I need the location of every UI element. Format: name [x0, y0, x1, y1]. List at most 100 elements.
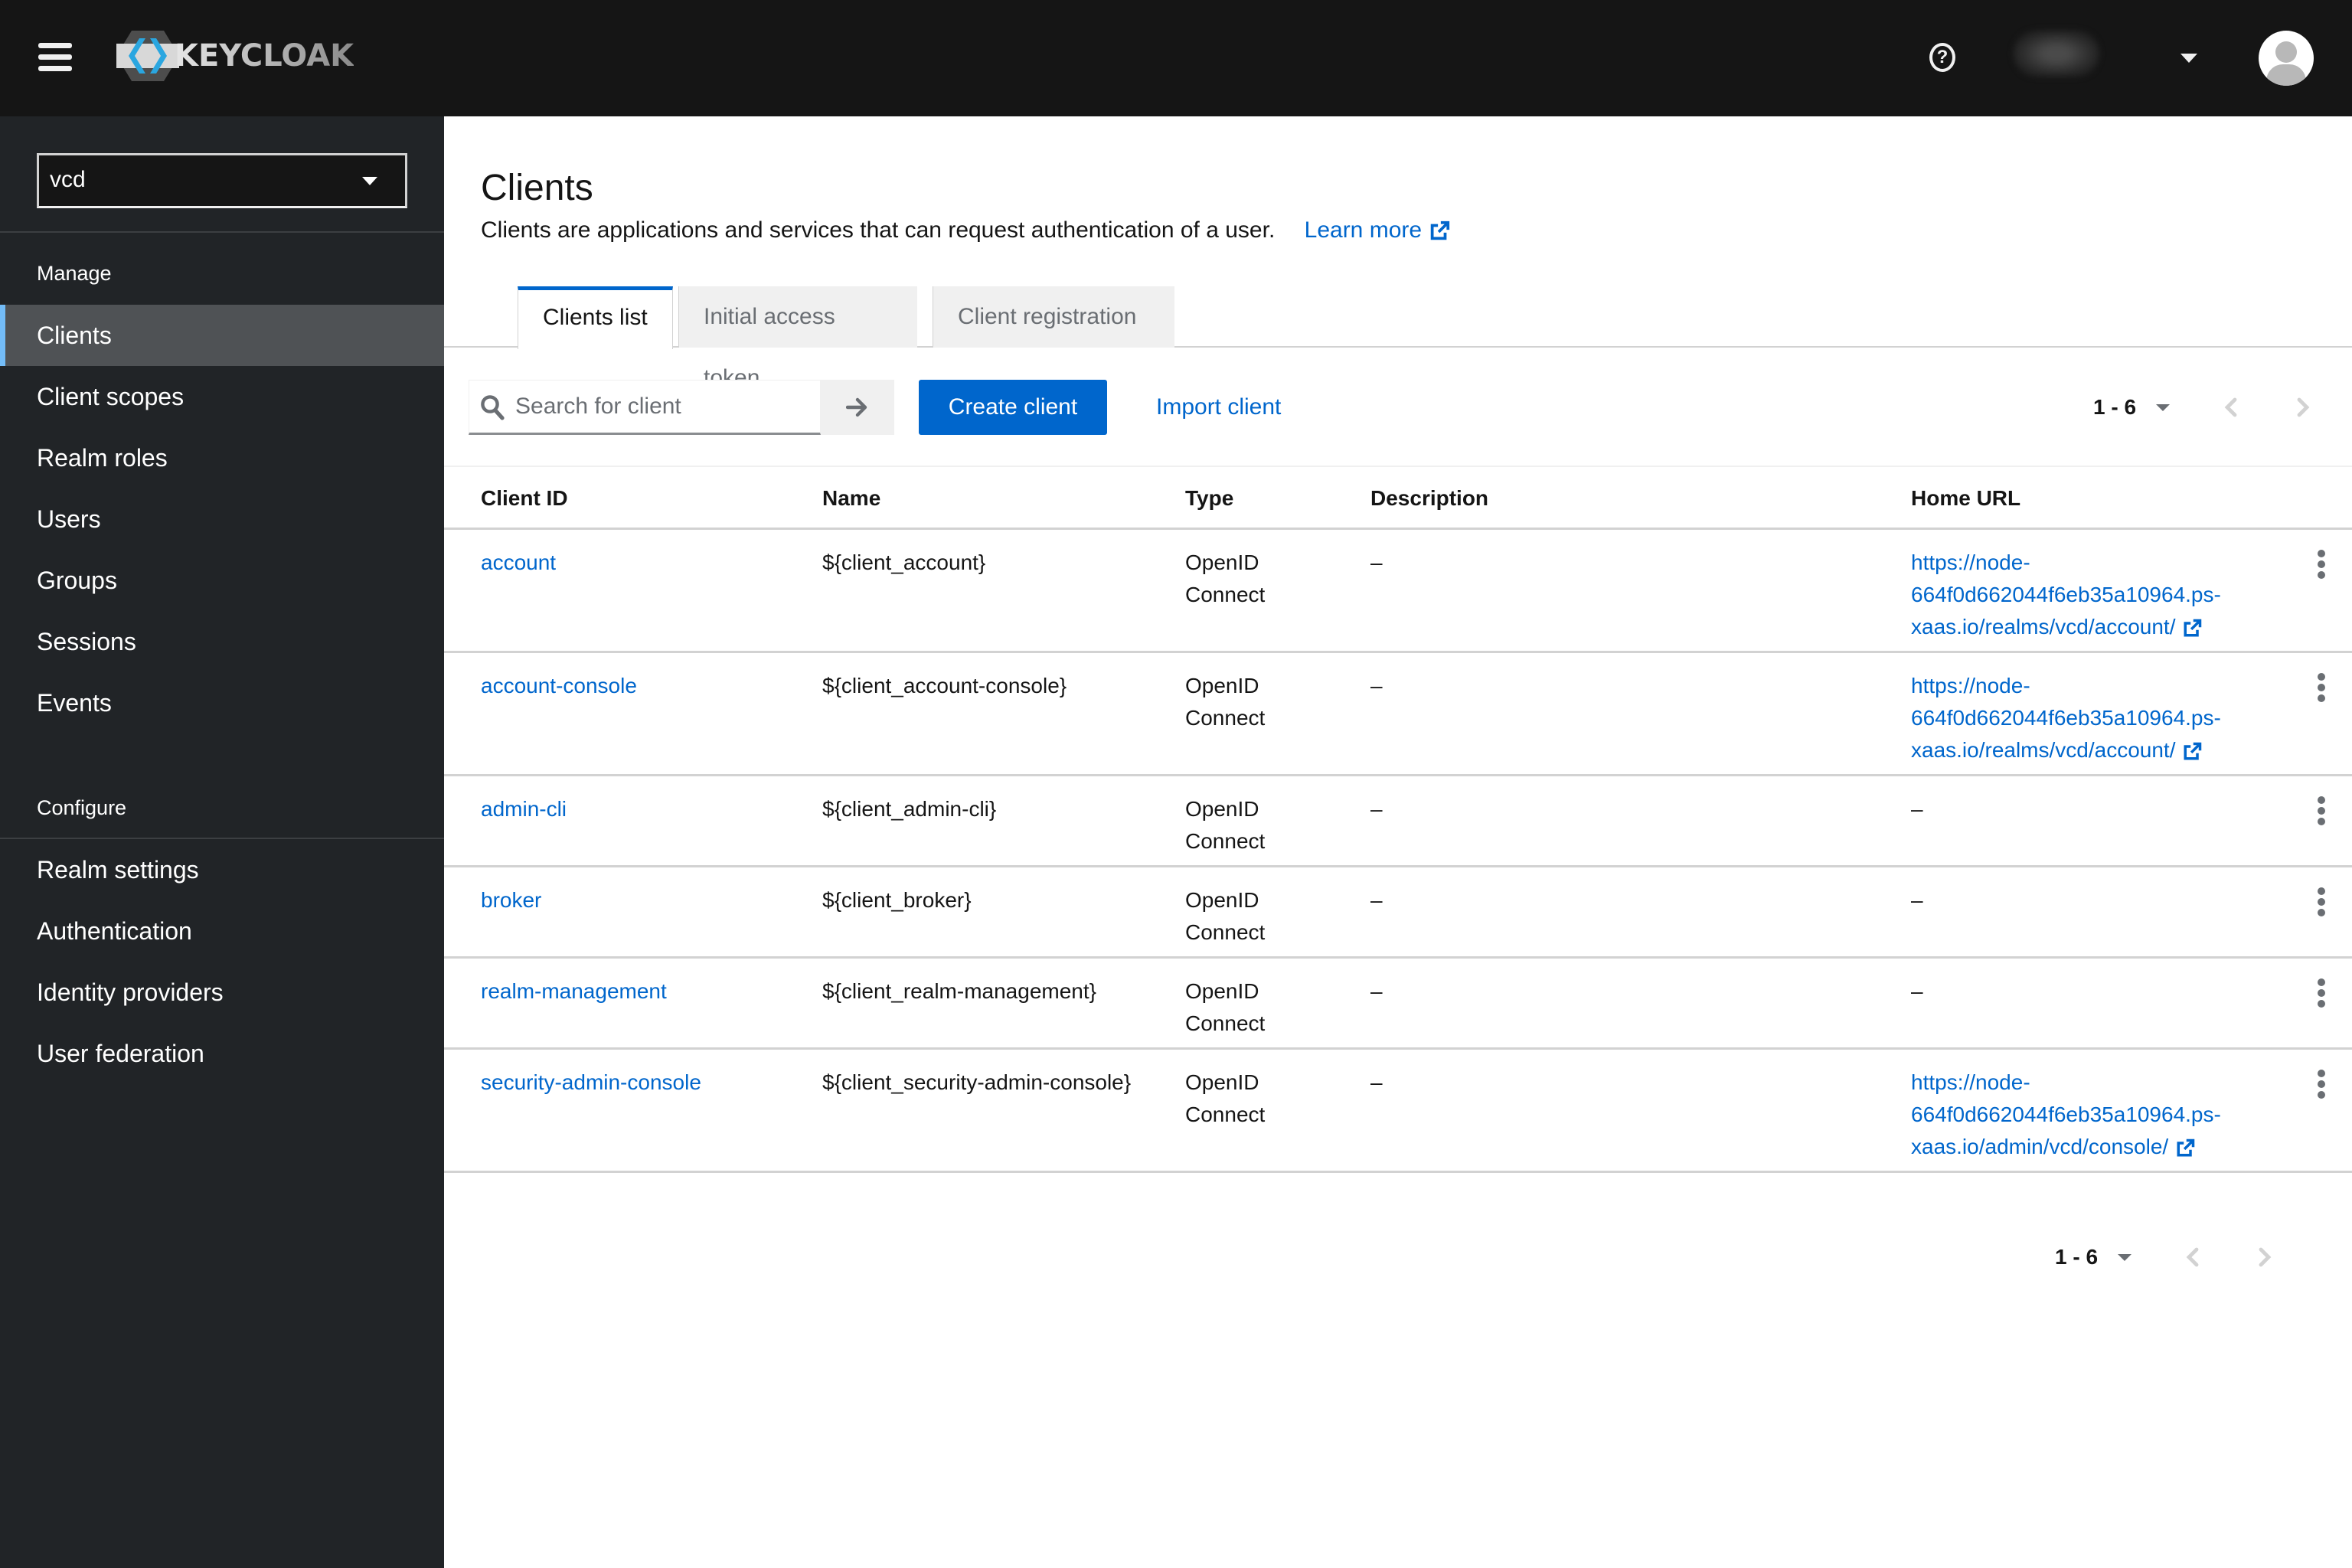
client-type: OpenID Connect — [1185, 1070, 1266, 1126]
pagination-range-toggle[interactable]: 1 - 6 — [2055, 1245, 2098, 1269]
sidebar-item-users[interactable]: Users — [0, 488, 444, 550]
pagination-range-toggle[interactable]: 1 - 6 — [2093, 395, 2136, 420]
sidebar-item-realm-roles[interactable]: Realm roles — [0, 427, 444, 488]
external-link-icon — [2177, 1138, 2195, 1157]
caret-down-icon[interactable] — [2156, 403, 2171, 411]
masthead: KEYCLOAK ? — [0, 0, 2352, 116]
home-url-line: 664f0d662044f6eb35a10964.ps- — [1911, 706, 2221, 730]
client-name: ${client_security-admin-console} — [822, 1070, 1132, 1094]
keycloak-logo[interactable]: KEYCLOAK — [116, 31, 354, 81]
row-actions-kebab-icon[interactable] — [2308, 547, 2335, 583]
sidebar-item-sessions[interactable]: Sessions — [0, 611, 444, 672]
page-title: Clients — [481, 168, 593, 208]
search-box[interactable] — [469, 380, 821, 435]
client-name: ${client_realm-management} — [822, 979, 1096, 1003]
tab-clients-list[interactable]: Clients list — [518, 286, 673, 349]
client-id-link[interactable]: admin-cli — [481, 793, 567, 825]
client-name: ${client_account} — [822, 550, 986, 574]
sidebar-item-groups[interactable]: Groups — [0, 550, 444, 611]
client-type: OpenID Connect — [1185, 550, 1266, 606]
learn-more-link[interactable]: Learn more — [1305, 217, 1452, 243]
next-page-button[interactable] — [2288, 392, 2318, 423]
next-page-button[interactable] — [2249, 1242, 2280, 1272]
sidebar-item-identity-providers[interactable]: Identity providers — [0, 962, 444, 1023]
user-name-redacted[interactable] — [2014, 31, 2099, 77]
home-url-line-text: xaas.io/realms/vcd/account/ — [1911, 738, 2176, 762]
nav-group-title-configure: Configure — [37, 796, 127, 819]
search-input[interactable] — [515, 381, 814, 433]
home-url-line: xaas.io/admin/vcd/console/ — [1911, 1131, 2278, 1163]
home-url-line-text: xaas.io/realms/vcd/account/ — [1911, 615, 2176, 639]
home-url-link[interactable]: https://node- 664f0d662044f6eb35a10964.p… — [1911, 1067, 2278, 1163]
previous-page-button[interactable] — [2177, 1242, 2208, 1272]
sidebar-item-authentication[interactable]: Authentication — [0, 900, 444, 962]
column-header-description[interactable]: Description — [1370, 467, 1488, 530]
row-actions-kebab-icon[interactable] — [2308, 793, 2335, 830]
learn-more-label: Learn more — [1304, 217, 1423, 243]
home-url-link[interactable]: https://node- 664f0d662044f6eb35a10964.p… — [1911, 547, 2278, 643]
column-header-name[interactable]: Name — [822, 467, 880, 530]
column-header-home-url[interactable]: Home URL — [1911, 467, 2020, 530]
client-description: – — [1370, 888, 1383, 912]
table-row: account ${client_account} OpenID Connect… — [444, 530, 2352, 653]
pagination-top: 1 - 6 — [2093, 384, 2318, 430]
search-submit-button[interactable] — [821, 380, 894, 435]
pagination-bottom: 1 - 6 — [2055, 1234, 2280, 1280]
chevron-left-icon — [2186, 1247, 2199, 1267]
keycloak-logo-icon — [116, 31, 179, 81]
search-icon — [481, 395, 505, 420]
client-id-link[interactable]: security-admin-console — [481, 1067, 701, 1099]
client-description: – — [1370, 550, 1383, 574]
client-description: – — [1370, 979, 1383, 1003]
home-url-line-text: xaas.io/admin/vcd/console/ — [1911, 1135, 2169, 1158]
tab-initial-access-token[interactable]: Initial access token — [678, 286, 917, 390]
realm-name: vcd — [50, 167, 86, 192]
realm-selector[interactable]: vcd — [37, 153, 407, 208]
table-row: realm-management ${client_realm-manageme… — [444, 959, 2352, 1050]
sidebar-item-clients[interactable]: Clients — [0, 305, 444, 366]
client-id-link[interactable]: account-console — [481, 670, 637, 702]
brand-name: KEYCLOAK — [175, 38, 354, 74]
chevron-right-icon — [2259, 1247, 2272, 1267]
sidebar-item-realm-settings[interactable]: Realm settings — [0, 839, 444, 900]
client-name: ${client_broker} — [822, 888, 972, 912]
client-type: OpenID Connect — [1185, 979, 1266, 1035]
hamburger-menu-icon[interactable] — [38, 43, 72, 71]
user-avatar[interactable] — [2259, 31, 2314, 86]
user-dropdown-caret-icon[interactable] — [2180, 54, 2197, 63]
table-row: security-admin-console ${client_security… — [444, 1050, 2352, 1173]
client-description: – — [1370, 674, 1383, 697]
client-id-link[interactable]: account — [481, 547, 556, 579]
import-client-button[interactable]: Import client — [1132, 380, 1305, 435]
client-type: OpenID Connect — [1185, 888, 1266, 944]
sidebar-item-client-scopes[interactable]: Client scopes — [0, 366, 444, 427]
column-header-type[interactable]: Type — [1185, 467, 1233, 530]
avatar-body-icon — [2266, 64, 2306, 86]
help-icon[interactable]: ? — [1929, 43, 1955, 72]
row-actions-kebab-icon[interactable] — [2308, 975, 2335, 1012]
previous-page-button[interactable] — [2216, 392, 2246, 423]
sidebar-item-user-federation[interactable]: User federation — [0, 1023, 444, 1084]
caret-down-icon[interactable] — [2118, 1253, 2132, 1261]
table-row: admin-cli ${client_admin-cli} OpenID Con… — [444, 776, 2352, 867]
tab-client-registration[interactable]: Client registration — [933, 286, 1174, 348]
client-type: OpenID Connect — [1185, 674, 1266, 730]
client-id-link[interactable]: realm-management — [481, 975, 667, 1008]
external-link-icon — [2184, 619, 2202, 637]
client-id-link[interactable]: broker — [481, 884, 541, 916]
home-url-line: https://node- — [1911, 1070, 2030, 1094]
chevron-left-icon — [2224, 397, 2237, 417]
clients-table: Client ID Name Type Description Home URL… — [444, 467, 2352, 1173]
row-actions-kebab-icon[interactable] — [2308, 670, 2335, 707]
sidebar: vcd Manage Clients Client scopes Realm r… — [0, 116, 444, 1568]
column-header-client-id[interactable]: Client ID — [481, 467, 568, 530]
main-content: Clients Clients are applications and ser… — [444, 116, 2352, 1568]
home-url-empty: – — [1911, 888, 1923, 912]
row-actions-kebab-icon[interactable] — [2308, 884, 2335, 921]
create-client-button[interactable]: Create client — [919, 380, 1107, 435]
sidebar-item-events[interactable]: Events — [0, 672, 444, 733]
client-name: ${client_admin-cli} — [822, 797, 997, 821]
row-actions-kebab-icon[interactable] — [2308, 1067, 2335, 1103]
table-row: account-console ${client_account-console… — [444, 653, 2352, 776]
home-url-link[interactable]: https://node- 664f0d662044f6eb35a10964.p… — [1911, 670, 2278, 766]
